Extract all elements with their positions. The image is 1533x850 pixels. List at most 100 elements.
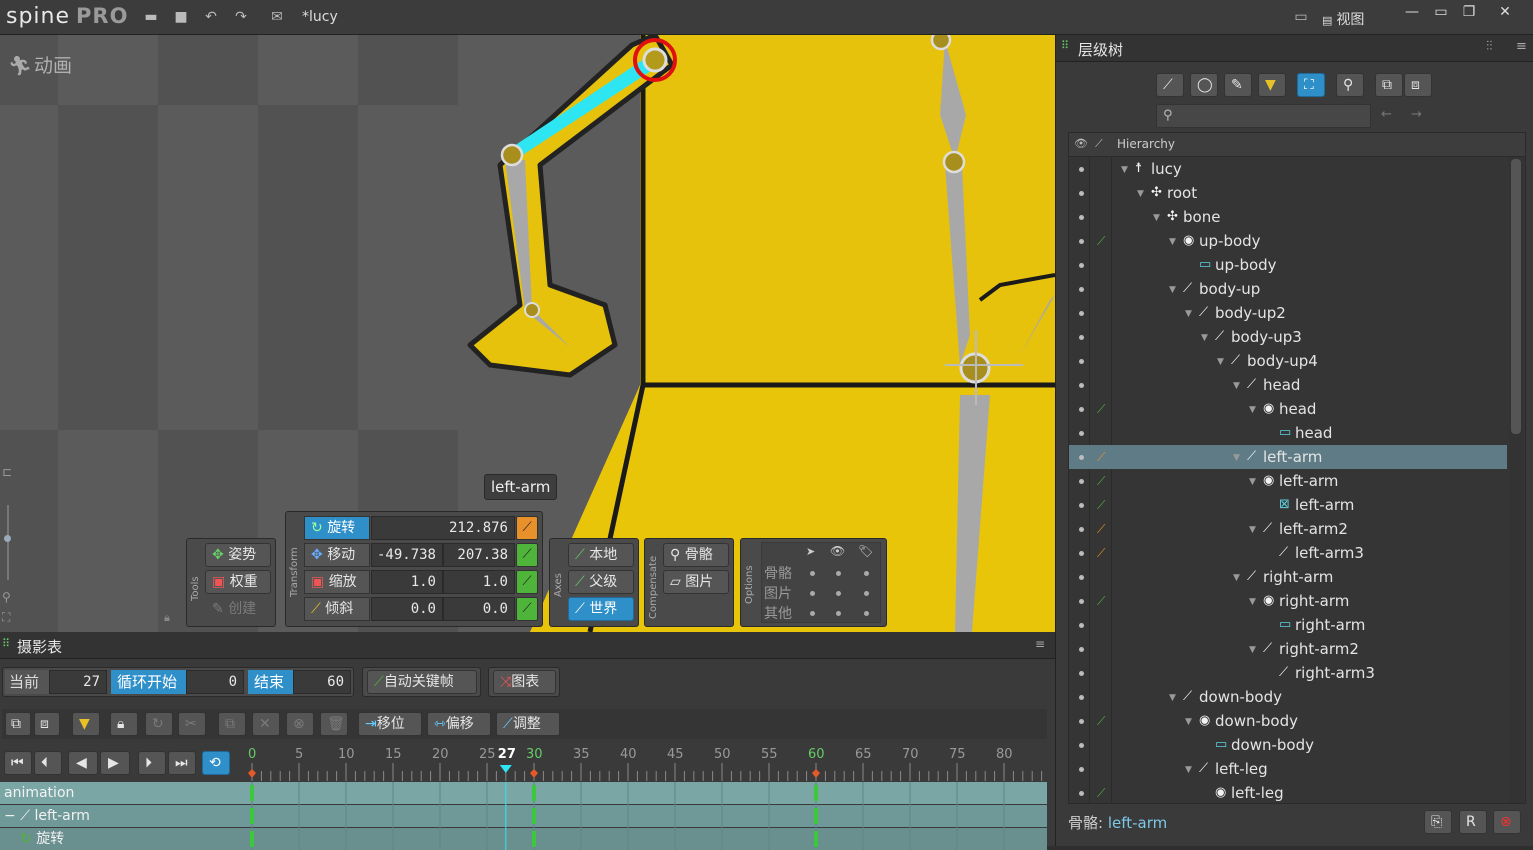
- tree-scrollbar-thumb[interactable]: [1511, 159, 1521, 434]
- tree-item[interactable]: ▼ ☨ lucy: [1069, 157, 1507, 181]
- transform-value-input[interactable]: 207.38: [443, 543, 515, 567]
- tree-item[interactable]: ▼ ⟋ down-body: [1069, 685, 1507, 709]
- expand-toggle-icon[interactable]: ▼: [1249, 638, 1256, 662]
- visibility-dot-icon[interactable]: [1079, 263, 1084, 268]
- expand-toggle-icon[interactable]: ▼: [1201, 326, 1208, 350]
- key-state-icon[interactable]: ⟋: [1097, 517, 1105, 541]
- expand-toggle-icon[interactable]: ▼: [1233, 566, 1240, 590]
- compensate-images-button[interactable]: ▱ 图片: [663, 570, 729, 594]
- visibility-dot-icon[interactable]: [1079, 191, 1084, 196]
- visibility-dot-icon[interactable]: [1079, 455, 1084, 460]
- delete-item-icon[interactable]: ⊗: [1493, 810, 1521, 834]
- transform-mode-button[interactable]: ✥ 移动: [304, 543, 370, 567]
- export-icon[interactable]: ✉: [268, 9, 286, 25]
- visibility-column-icon[interactable]: 👁︎: [1074, 137, 1088, 150]
- show-slots-icon[interactable]: ◯: [1190, 73, 1218, 97]
- visibility-dot-icon[interactable]: [1079, 743, 1084, 748]
- transform-mode-button[interactable]: ⟋ 倾斜: [304, 597, 370, 621]
- key-state-icon[interactable]: ⟋: [1097, 229, 1105, 253]
- transform-mode-button[interactable]: ▣ 缩放: [304, 570, 370, 594]
- panel-menu-icon[interactable]: ≡: [1035, 637, 1045, 651]
- keyframe[interactable]: [532, 808, 536, 824]
- lock-icon[interactable]: 🔒︎: [164, 611, 170, 625]
- adjust-keys-button[interactable]: ⟋调整: [496, 712, 560, 736]
- keyframe[interactable]: [250, 808, 254, 824]
- expand-toggle-icon[interactable]: ▼: [1249, 590, 1256, 614]
- transform-mode-button[interactable]: ↻ 旋转: [304, 516, 370, 540]
- delete-icon[interactable]: 🗑︎: [320, 712, 348, 736]
- clear-icon[interactable]: ⊗: [286, 712, 314, 736]
- expand-toggle-icon[interactable]: ▼: [1169, 686, 1176, 710]
- tree-item[interactable]: ▼ ⟋ head: [1069, 373, 1507, 397]
- tree-item[interactable]: ⟋ ⟋ left-arm3: [1069, 541, 1507, 565]
- keyframe[interactable]: [250, 831, 254, 847]
- tree-item[interactable]: ⟋ ⊠ left-arm: [1069, 493, 1507, 517]
- create-button[interactable]: ✎ 创建: [205, 597, 271, 621]
- tree-item[interactable]: ▼ ⟋ right-arm: [1069, 565, 1507, 589]
- next-result-icon[interactable]: →: [1411, 107, 1422, 122]
- option-toggle-dot[interactable]: [864, 571, 869, 576]
- visibility-dot-icon[interactable]: [1079, 695, 1084, 700]
- axes-world-button[interactable]: ⟋ 世界: [568, 597, 634, 621]
- track-rotate[interactable]: ↻ 旋转: [0, 828, 248, 850]
- expand-toggle-icon[interactable]: ▼: [1249, 470, 1256, 494]
- next-frame-icon[interactable]: ⏵: [138, 751, 166, 775]
- pin-icon[interactable]: ⚲: [1336, 73, 1364, 97]
- panel-menu-icon[interactable]: ≡: [1516, 39, 1527, 54]
- collapse-toggle-icon[interactable]: −: [4, 808, 20, 824]
- prev-frame-icon[interactable]: ⏴: [34, 751, 62, 775]
- expand-toggle-icon[interactable]: ▼: [1185, 758, 1192, 782]
- tree-item[interactable]: ▭ right-arm: [1069, 613, 1507, 637]
- visibility-dot-icon[interactable]: [1079, 503, 1084, 508]
- transform-value-input[interactable]: 0.0: [443, 597, 515, 621]
- loop-end-input[interactable]: 60: [293, 670, 351, 694]
- first-frame-icon[interactable]: ⏮: [4, 751, 32, 775]
- key-marker[interactable]: [812, 769, 820, 778]
- tree-item[interactable]: ▼ ⟋ body-up2: [1069, 301, 1507, 325]
- open-folder-icon[interactable]: ▬: [142, 9, 160, 25]
- redo-icon[interactable]: ↷: [232, 9, 250, 25]
- visibility-dot-icon[interactable]: [1079, 791, 1084, 796]
- zoom-strip[interactable]: ⊏ ⚲ ⛶: [2, 465, 16, 625]
- fit-icon[interactable]: ⛶: [2, 610, 10, 625]
- tree-item[interactable]: ⟋ ▼ ⟋ left-arm2: [1069, 517, 1507, 541]
- tree-item[interactable]: ⟋ ▼ ◉ down-body: [1069, 709, 1507, 733]
- keyframe[interactable]: [814, 785, 818, 801]
- tree-item[interactable]: ▭ down-body: [1069, 733, 1507, 757]
- tree-item[interactable]: ⟋ ▼ ◉ right-arm: [1069, 589, 1507, 613]
- expand-toggle-icon[interactable]: ▼: [1185, 302, 1192, 326]
- lock-keys-icon[interactable]: 🔒︎: [110, 712, 138, 736]
- key-marker[interactable]: [248, 769, 256, 778]
- frame-icon[interactable]: ⊏: [2, 465, 12, 479]
- tree-item[interactable]: ▭ head: [1069, 421, 1507, 445]
- playhead-marker[interactable]: [499, 765, 512, 773]
- visibility-dot-icon[interactable]: [1079, 167, 1084, 172]
- collapse-icon[interactable]: ⧉: [5, 712, 31, 736]
- visibility-dot-icon[interactable]: [1079, 239, 1084, 244]
- expand-toggle-icon[interactable]: ▼: [1233, 374, 1240, 398]
- loop-icon[interactable]: ↻: [145, 712, 173, 736]
- key-state-icon[interactable]: ⟋: [1097, 493, 1105, 517]
- transform-value-input[interactable]: 212.876: [371, 516, 515, 540]
- visibility-dot-icon[interactable]: [1079, 215, 1084, 220]
- visibility-dot-icon[interactable]: [1079, 335, 1084, 340]
- viewport[interactable]: 🏃︎动画 ⊏ ⚲ ⛶ 🔒︎ left-arm Tools ✥ 姿势 ▣ 权重 ✎…: [0, 35, 1055, 632]
- visibility-dot-icon[interactable]: [1079, 767, 1084, 772]
- expand-toggle-icon[interactable]: ▼: [1137, 182, 1144, 206]
- tree-item[interactable]: ▭ up-body: [1069, 253, 1507, 277]
- transform-value-input[interactable]: -49.738: [371, 543, 443, 567]
- visibility-dot-icon[interactable]: [1079, 383, 1084, 388]
- edit-text-icon[interactable]: R: [1459, 810, 1487, 834]
- keyframe[interactable]: [814, 808, 818, 824]
- save-icon[interactable]: ■: [172, 9, 190, 25]
- visibility-dot-icon[interactable]: [1079, 527, 1084, 532]
- layout-icon[interactable]: ▭: [1292, 9, 1310, 25]
- key-column-icon[interactable]: ⟋: [1095, 137, 1103, 151]
- visibility-dot-icon[interactable]: [1079, 359, 1084, 364]
- focus-selection-icon[interactable]: ⛶: [1297, 73, 1325, 97]
- transform-value-input[interactable]: 1.0: [443, 570, 515, 594]
- compensate-bones-button[interactable]: ⚲ 骨骼: [663, 543, 729, 567]
- tree-item[interactable]: ⟋ ▼ ⟋ left-arm: [1069, 445, 1507, 469]
- pose-button[interactable]: ✥ 姿势: [205, 543, 271, 567]
- option-toggle-dot[interactable]: [836, 611, 841, 616]
